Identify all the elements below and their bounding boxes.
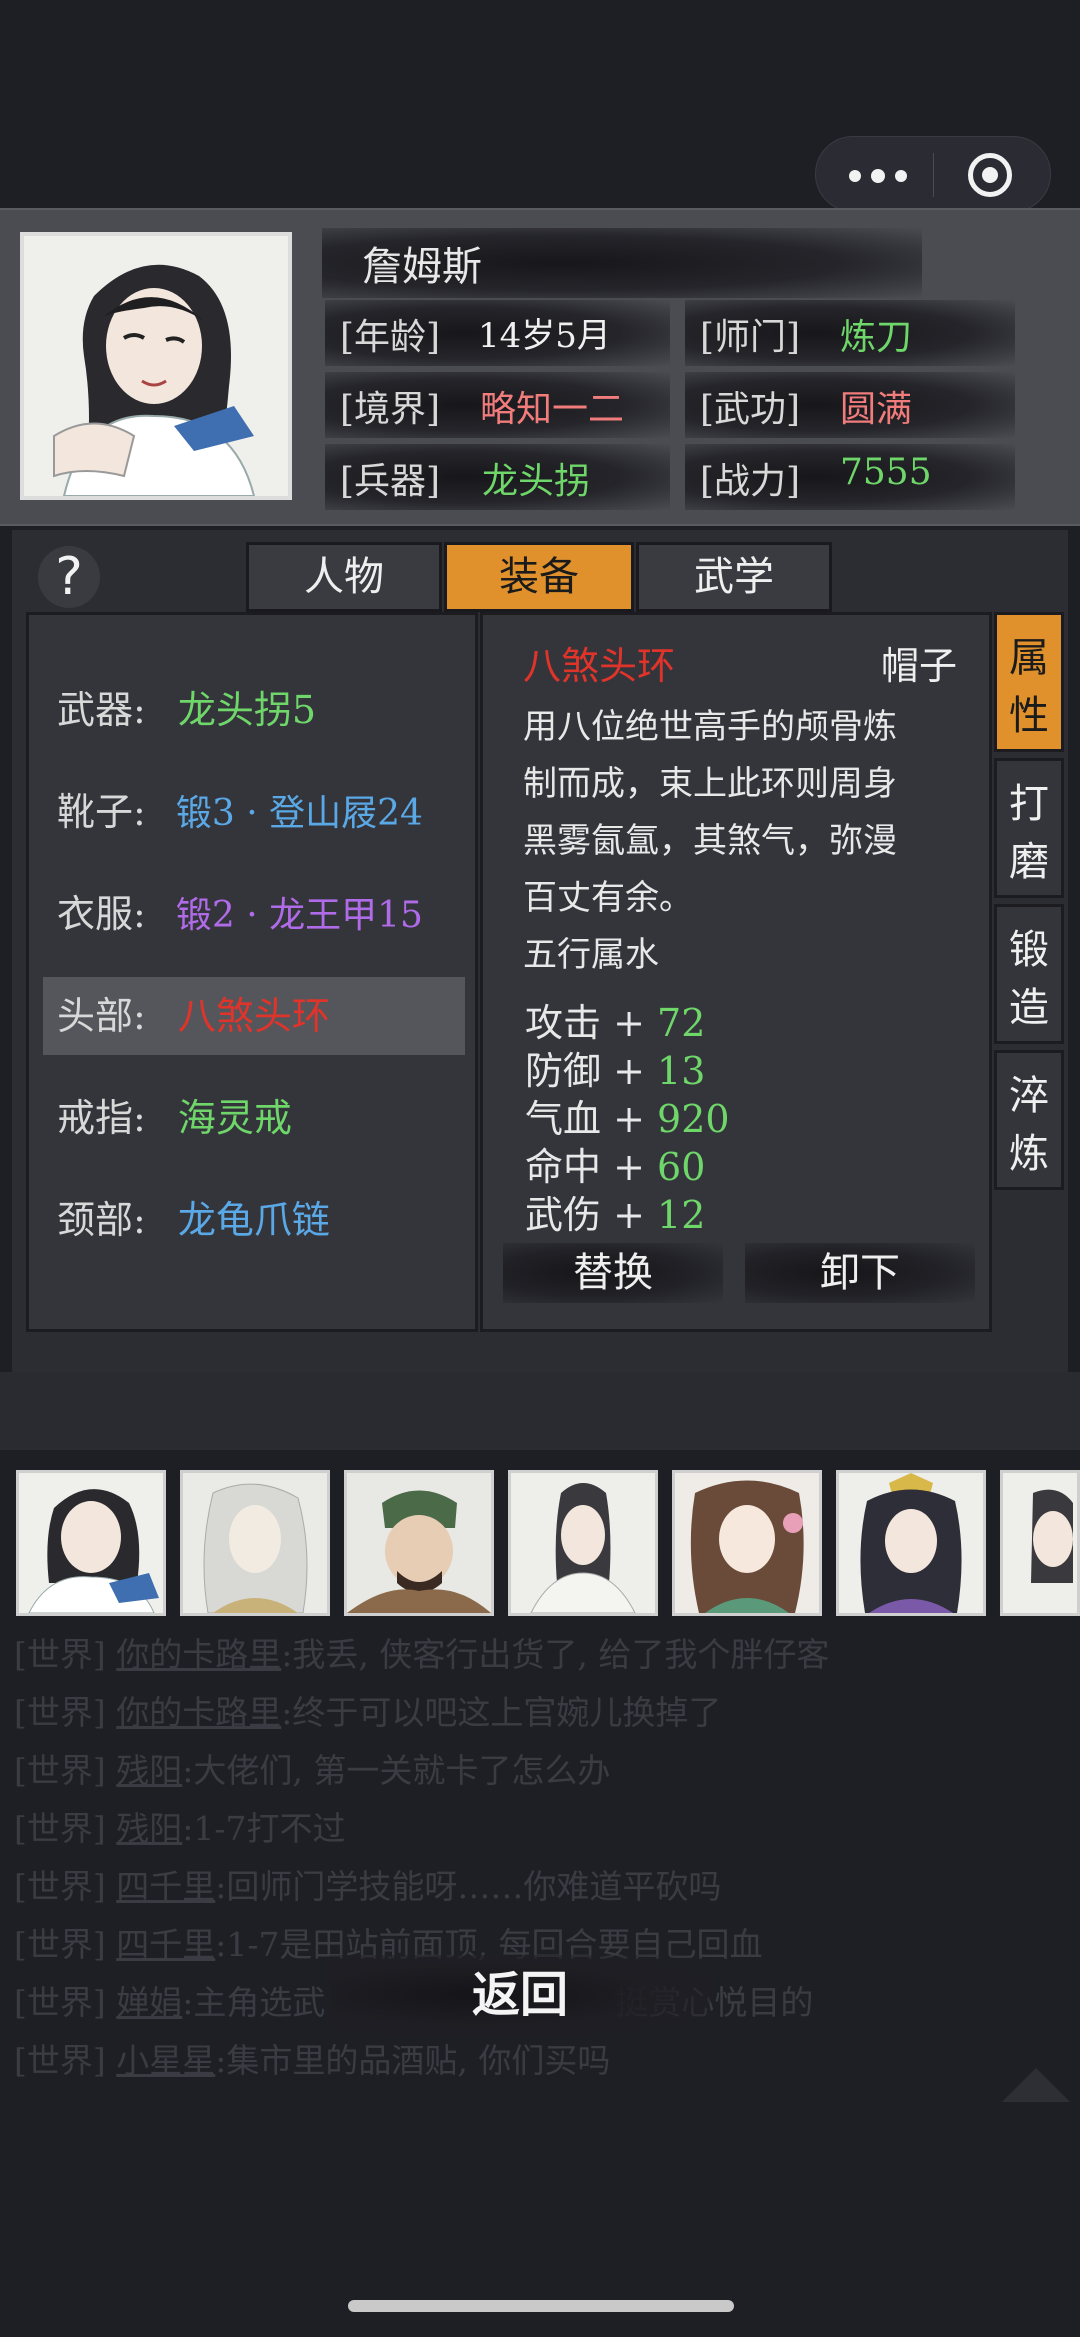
hero-portrait[interactable]	[836, 1470, 986, 1616]
slot-neck[interactable]: 颈部: 龙龟爪链	[43, 1181, 465, 1259]
chat-line: [世界] 残阳:大佬们, 第一关就卡了怎么办	[14, 1751, 611, 1790]
tab-martial-arts[interactable]: 武学	[636, 542, 832, 612]
scroll-up-icon[interactable]	[1002, 2068, 1070, 2102]
power-label: [战力]	[700, 461, 801, 502]
martial-value: 圆满	[840, 389, 913, 430]
realm-value: 略知一二	[480, 389, 625, 430]
capsule-menu	[815, 136, 1051, 212]
martial-label: [武功]	[700, 389, 801, 430]
close-target-icon[interactable]	[968, 153, 1012, 197]
slot-label: 颈部:	[57, 1198, 146, 1242]
slot-value: 八煞头环	[177, 994, 330, 1038]
slot-value: 龙头拐5	[177, 688, 317, 732]
tab-character[interactable]: 人物	[246, 542, 442, 612]
home-indicator	[348, 2300, 734, 2312]
hero-portrait[interactable]	[672, 1470, 822, 1616]
slot-value: 龙龟爪链	[177, 1198, 330, 1242]
unequip-button[interactable]: 卸下	[745, 1243, 975, 1303]
slot-clothes[interactable]: 衣服: 锻2 · 龙王甲15	[43, 875, 465, 953]
item-description: 用八位绝世高手的颅骨炼 制而成，束上此环则周身 黑雾氤氲，其煞气，弥漫 百丈有余…	[523, 699, 897, 927]
slot-value: 锻3 · 登山屐24	[175, 793, 423, 834]
slot-weapon[interactable]: 武器: 龙头拐5	[43, 671, 465, 749]
hero-portrait[interactable]	[508, 1470, 658, 1616]
hero-portrait[interactable]	[16, 1470, 166, 1616]
bonus-row: 气血 + 920	[525, 1097, 730, 1141]
help-icon[interactable]: ?	[38, 546, 100, 608]
slot-label: 武器:	[57, 688, 146, 732]
bonus-row: 防御 + 13	[525, 1049, 706, 1093]
character-portrait	[20, 232, 292, 500]
side-tab-forge[interactable]: 锻造	[994, 904, 1064, 1044]
chat-line: [世界] 你的卡路里:我丢, 侠客行出货了, 给了我个胖仔客	[14, 1635, 830, 1674]
slot-label: 衣服:	[57, 892, 146, 936]
item-type: 帽子	[881, 644, 958, 688]
side-tab-temper[interactable]: 淬炼	[994, 1050, 1064, 1190]
bonus-row: 攻击 + 72	[525, 1001, 706, 1045]
slot-label: 头部:	[57, 994, 146, 1038]
chat-line: [世界] 你的卡路里:终于可以吧这上官婉儿换掉了	[14, 1693, 722, 1732]
sect-label: [师门]	[700, 317, 801, 358]
hero-portrait[interactable]	[1000, 1470, 1080, 1616]
replace-button[interactable]: 替换	[503, 1243, 723, 1303]
slot-value: 锻2 · 龙王甲15	[175, 895, 423, 936]
divider	[933, 153, 934, 197]
side-tab-attributes[interactable]: 属性	[994, 612, 1064, 752]
chat-line: [世界] 四千里:回师门学技能呀……你难道平砍吗	[14, 1867, 722, 1906]
hero-portrait[interactable]	[344, 1470, 494, 1616]
equipment-slot-list: 武器: 龙头拐5 靴子: 锻3 · 登山屐24 衣服: 锻2 · 龙王甲15 头…	[26, 612, 478, 1332]
slot-label: 戒指:	[57, 1096, 146, 1140]
age-value: 14岁5月	[478, 316, 611, 356]
realm-label: [境界]	[340, 389, 441, 430]
desc-line: 制而成，束上此环则周身	[523, 764, 897, 804]
bonus-row: 武伤 + 12	[525, 1193, 706, 1237]
back-button[interactable]: 返回	[340, 1952, 700, 2038]
tab-equipment[interactable]: 装备	[444, 542, 634, 612]
desc-line: 用八位绝世高手的颅骨炼	[523, 707, 897, 747]
hero-portrait[interactable]	[180, 1470, 330, 1616]
item-detail-panel: 八煞头环 帽子 用八位绝世高手的颅骨炼 制而成，束上此环则周身 黑雾氤氲，其煞气…	[480, 612, 992, 1332]
chat-line: [世界] 残阳:1-7打不过	[14, 1809, 346, 1848]
chat-line: [世界] 小星星:集市里的品酒贴, 你们买吗	[14, 2041, 611, 2080]
slot-head[interactable]: 头部: 八煞头环	[43, 977, 465, 1055]
weapon-value: 龙头拐	[482, 461, 591, 502]
hero-strip-bg	[0, 1372, 1080, 1450]
bonus-row: 命中 + 60	[525, 1145, 706, 1189]
slot-ring[interactable]: 戒指: 海灵戒	[43, 1079, 465, 1157]
desc-line: 黑雾氤氲，其煞气，弥漫	[523, 821, 897, 861]
slot-value: 海灵戒	[177, 1096, 292, 1140]
sect-value: 炼刀	[840, 317, 913, 358]
slot-boots[interactable]: 靴子: 锻3 · 登山屐24	[43, 773, 465, 851]
more-icon[interactable]	[849, 159, 919, 189]
character-name: 詹姆斯	[362, 244, 482, 290]
item-bonuses: 攻击 + 72 防御 + 13 气血 + 920 命中 + 60 武伤 + 12	[525, 999, 730, 1239]
item-element: 五行属水	[523, 935, 659, 975]
desc-line: 百丈有余。	[523, 878, 693, 918]
item-name: 八煞头环	[523, 644, 676, 688]
power-value: 7555	[840, 452, 932, 493]
slot-label: 靴子:	[57, 790, 146, 834]
side-tab-polish[interactable]: 打磨	[994, 758, 1064, 898]
age-label: [年龄]	[340, 317, 441, 358]
weapon-label: [兵器]	[340, 461, 441, 502]
